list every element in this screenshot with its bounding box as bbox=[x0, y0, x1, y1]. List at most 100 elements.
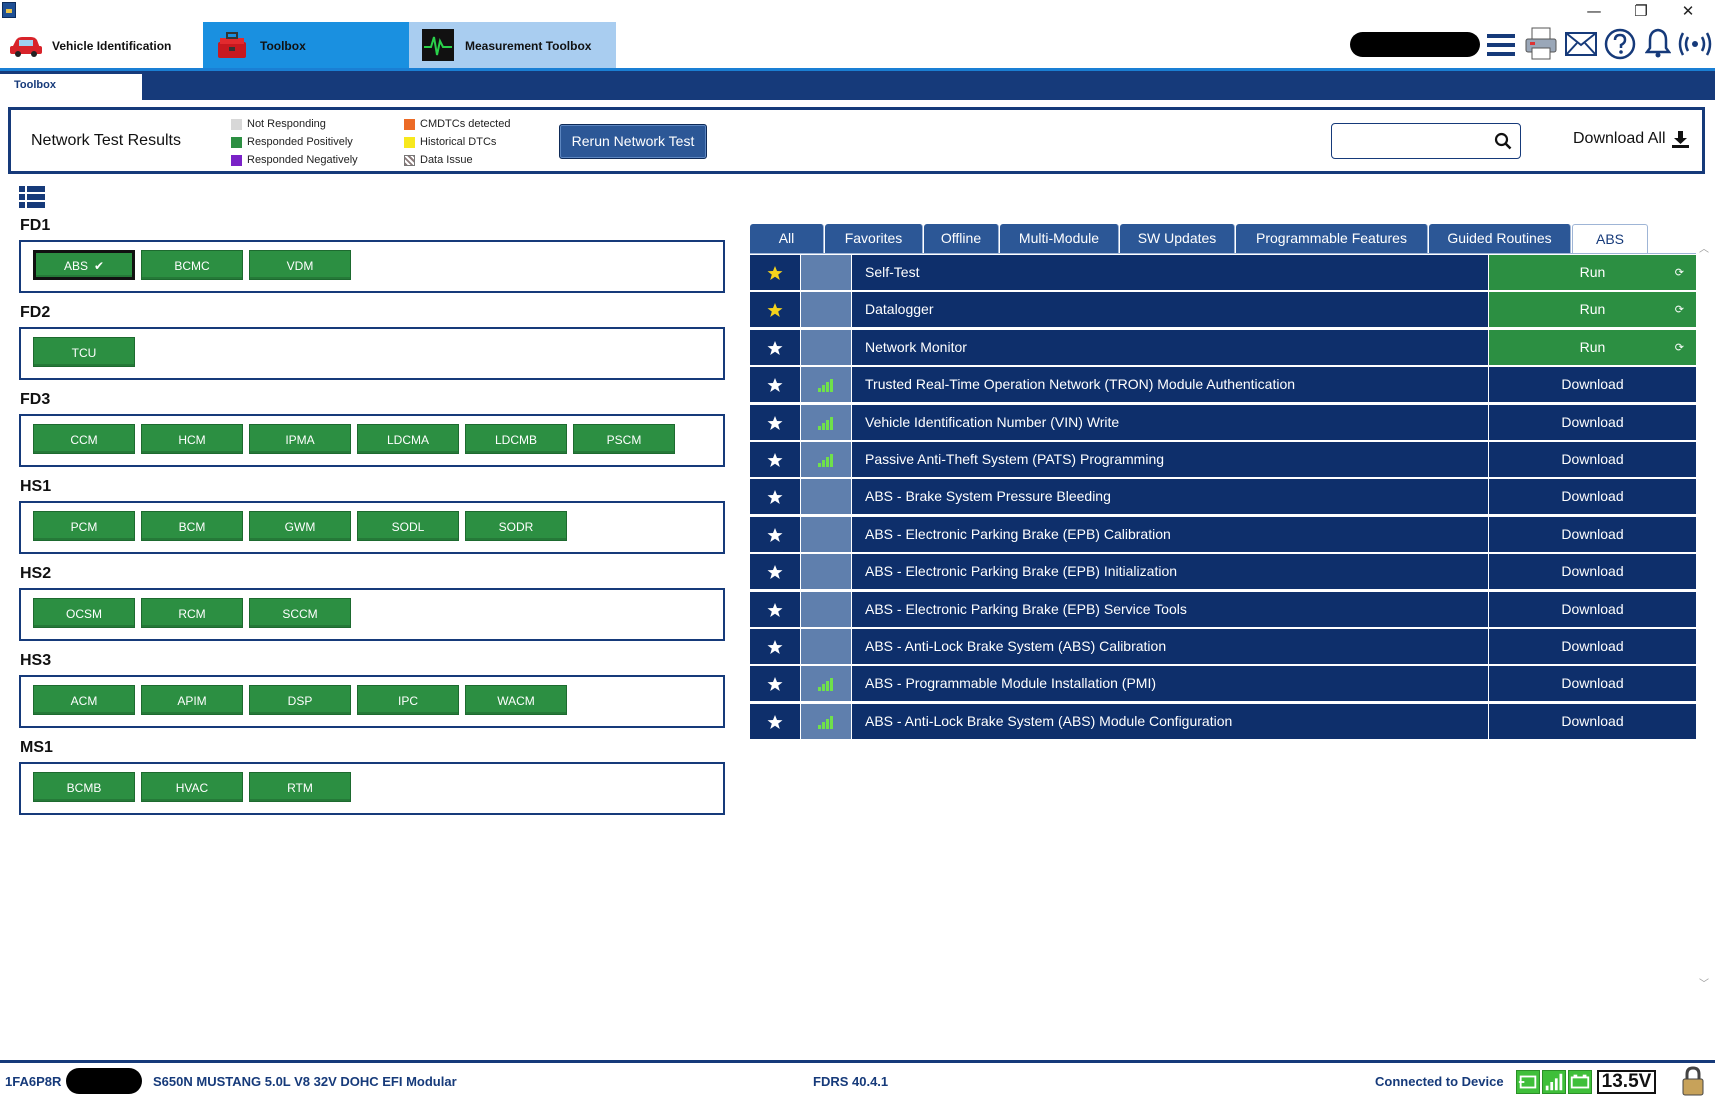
mail-icon[interactable] bbox=[1565, 32, 1597, 56]
routine-name[interactable]: Datalogger bbox=[852, 292, 1488, 328]
favorite-star-button[interactable] bbox=[750, 666, 800, 702]
favorite-star-button[interactable] bbox=[750, 404, 800, 440]
module-button-dsp[interactable]: DSP bbox=[249, 685, 351, 715]
download-button[interactable]: Download bbox=[1489, 591, 1696, 627]
module-button-apim[interactable]: APIM bbox=[141, 685, 243, 715]
favorite-star-button[interactable] bbox=[750, 255, 800, 290]
checkmark-icon: ✔ bbox=[93, 259, 105, 273]
module-button-tcu[interactable]: TCU bbox=[33, 337, 135, 367]
module-button-pcm[interactable]: PCM bbox=[33, 511, 135, 541]
routine-name[interactable]: ABS - Electronic Parking Brake (EPB) Cal… bbox=[852, 516, 1488, 552]
tab-guided-routines[interactable]: Guided Routines bbox=[1429, 224, 1571, 254]
favorite-star-button[interactable] bbox=[750, 329, 800, 365]
rerun-network-test-button[interactable]: Rerun Network Test bbox=[559, 124, 707, 159]
module-button-sccm[interactable]: SCCM bbox=[249, 598, 351, 628]
scroll-down-button[interactable]: ﹀ bbox=[1697, 975, 1711, 990]
tab-multi-module[interactable]: Multi-Module bbox=[1000, 224, 1119, 254]
search-icon[interactable] bbox=[1494, 132, 1512, 150]
routine-name[interactable]: ABS - Anti-Lock Brake System (ABS) Calib… bbox=[852, 629, 1488, 664]
module-button-ipma[interactable]: IPMA bbox=[249, 424, 351, 454]
routine-row: Network Monitor Run ⟳ bbox=[750, 329, 1696, 365]
routine-name[interactable]: ABS - Electronic Parking Brake (EPB) Ini… bbox=[852, 554, 1488, 590]
favorite-star-button[interactable] bbox=[750, 629, 800, 664]
module-button-rtm[interactable]: RTM bbox=[249, 772, 351, 802]
favorite-star-button[interactable] bbox=[750, 367, 800, 403]
module-button-ldcmb[interactable]: LDCMB bbox=[465, 424, 567, 454]
routine-name[interactable]: Network Monitor bbox=[852, 329, 1488, 365]
bus-label-fd3: FD3 bbox=[20, 391, 51, 408]
module-button-acm[interactable]: ACM bbox=[33, 685, 135, 715]
tab-all[interactable]: All bbox=[750, 224, 824, 254]
module-button-sodl[interactable]: SODL bbox=[357, 511, 459, 541]
download-button[interactable]: Download bbox=[1489, 554, 1696, 590]
favorite-star-button[interactable] bbox=[750, 292, 800, 328]
module-button-abs[interactable]: ABS ✔ bbox=[33, 250, 135, 280]
tab-abs[interactable]: ABS bbox=[1572, 224, 1648, 254]
run-button[interactable]: Run ⟳ bbox=[1489, 255, 1696, 290]
tab-measurement-toolbox[interactable]: Measurement Toolbox bbox=[409, 22, 616, 70]
routine-name[interactable]: ABS - Brake System Pressure Bleeding bbox=[852, 479, 1488, 515]
run-button[interactable]: Run ⟳ bbox=[1489, 292, 1696, 328]
download-button[interactable]: Download bbox=[1489, 629, 1696, 664]
module-button-wacm[interactable]: WACM bbox=[465, 685, 567, 715]
module-button-ldcma[interactable]: LDCMA bbox=[357, 424, 459, 454]
restore-button[interactable]: ❐ bbox=[1618, 0, 1664, 22]
routine-name[interactable]: ABS - Anti-Lock Brake System (ABS) Modul… bbox=[852, 703, 1488, 739]
module-button-ccm[interactable]: CCM bbox=[33, 424, 135, 454]
module-button-bcm[interactable]: BCM bbox=[141, 511, 243, 541]
favorite-star-button[interactable] bbox=[750, 554, 800, 590]
favorite-star-button[interactable] bbox=[750, 591, 800, 627]
module-button-ocsm[interactable]: OCSM bbox=[33, 598, 135, 628]
download-button[interactable]: Download bbox=[1489, 479, 1696, 515]
module-button-bcmb[interactable]: BCMB bbox=[33, 772, 135, 802]
tab-programmable-features[interactable]: Programmable Features bbox=[1236, 224, 1428, 254]
favorite-star-button[interactable] bbox=[750, 703, 800, 739]
list-view-icon[interactable] bbox=[19, 186, 45, 208]
download-button[interactable]: Download bbox=[1489, 666, 1696, 702]
favorite-star-button[interactable] bbox=[750, 442, 800, 477]
minimize-button[interactable]: — bbox=[1571, 0, 1617, 22]
tab-offline[interactable]: Offline bbox=[924, 224, 999, 254]
download-icon bbox=[1671, 130, 1689, 148]
menu-icon[interactable] bbox=[1486, 31, 1516, 59]
download-button[interactable]: Download bbox=[1489, 404, 1696, 440]
help-icon[interactable] bbox=[1604, 28, 1636, 60]
sub-tab-toolbox[interactable]: Toolbox bbox=[0, 74, 142, 100]
download-button[interactable]: Download bbox=[1489, 442, 1696, 477]
module-button-bcmc[interactable]: BCMC bbox=[141, 250, 243, 280]
tab-favorites[interactable]: Favorites bbox=[825, 224, 923, 254]
routine-name[interactable]: Vehicle Identification Number (VIN) Writ… bbox=[852, 404, 1488, 440]
module-button-vdm[interactable]: VDM bbox=[249, 250, 351, 280]
bus-panel-hs1: PCM BCM GWM SODL SODR bbox=[19, 501, 725, 554]
routine-name[interactable]: ABS - Programmable Module Installation (… bbox=[852, 666, 1488, 702]
printer-icon[interactable] bbox=[1524, 26, 1558, 62]
module-label: DSP bbox=[287, 694, 313, 708]
bell-icon[interactable] bbox=[1645, 27, 1671, 59]
tab-vehicle-identification[interactable]: Vehicle Identification bbox=[0, 22, 203, 70]
search-input[interactable] bbox=[1331, 123, 1521, 159]
scroll-up-button[interactable]: ︿ bbox=[1697, 240, 1711, 255]
run-button[interactable]: Run ⟳ bbox=[1489, 329, 1696, 365]
wireless-icon[interactable] bbox=[1678, 30, 1712, 58]
module-button-hcm[interactable]: HCM bbox=[141, 424, 243, 454]
tab-toolbox[interactable]: Toolbox bbox=[203, 22, 409, 70]
download-button[interactable]: Download bbox=[1489, 703, 1696, 739]
version-label: FDRS 40.4.1 bbox=[813, 1074, 889, 1089]
download-button[interactable]: Download bbox=[1489, 367, 1696, 403]
routine-name[interactable]: ABS - Electronic Parking Brake (EPB) Ser… bbox=[852, 591, 1488, 627]
download-all-button[interactable]: Download All bbox=[1573, 130, 1689, 148]
module-button-pscm[interactable]: PSCM bbox=[573, 424, 675, 454]
close-button[interactable]: ✕ bbox=[1665, 0, 1711, 22]
download-button[interactable]: Download bbox=[1489, 516, 1696, 552]
module-button-ipc[interactable]: IPC bbox=[357, 685, 459, 715]
routine-name[interactable]: Trusted Real-Time Operation Network (TRO… bbox=[852, 367, 1488, 403]
module-button-hvac[interactable]: HVAC bbox=[141, 772, 243, 802]
favorite-star-button[interactable] bbox=[750, 516, 800, 552]
routine-name[interactable]: Passive Anti-Theft System (PATS) Program… bbox=[852, 442, 1488, 477]
module-button-rcm[interactable]: RCM bbox=[141, 598, 243, 628]
tab-sw-updates[interactable]: SW Updates bbox=[1120, 224, 1235, 254]
favorite-star-button[interactable] bbox=[750, 479, 800, 515]
module-button-gwm[interactable]: GWM bbox=[249, 511, 351, 541]
module-button-sodr[interactable]: SODR bbox=[465, 511, 567, 541]
routine-name[interactable]: Self-Test bbox=[852, 255, 1488, 290]
